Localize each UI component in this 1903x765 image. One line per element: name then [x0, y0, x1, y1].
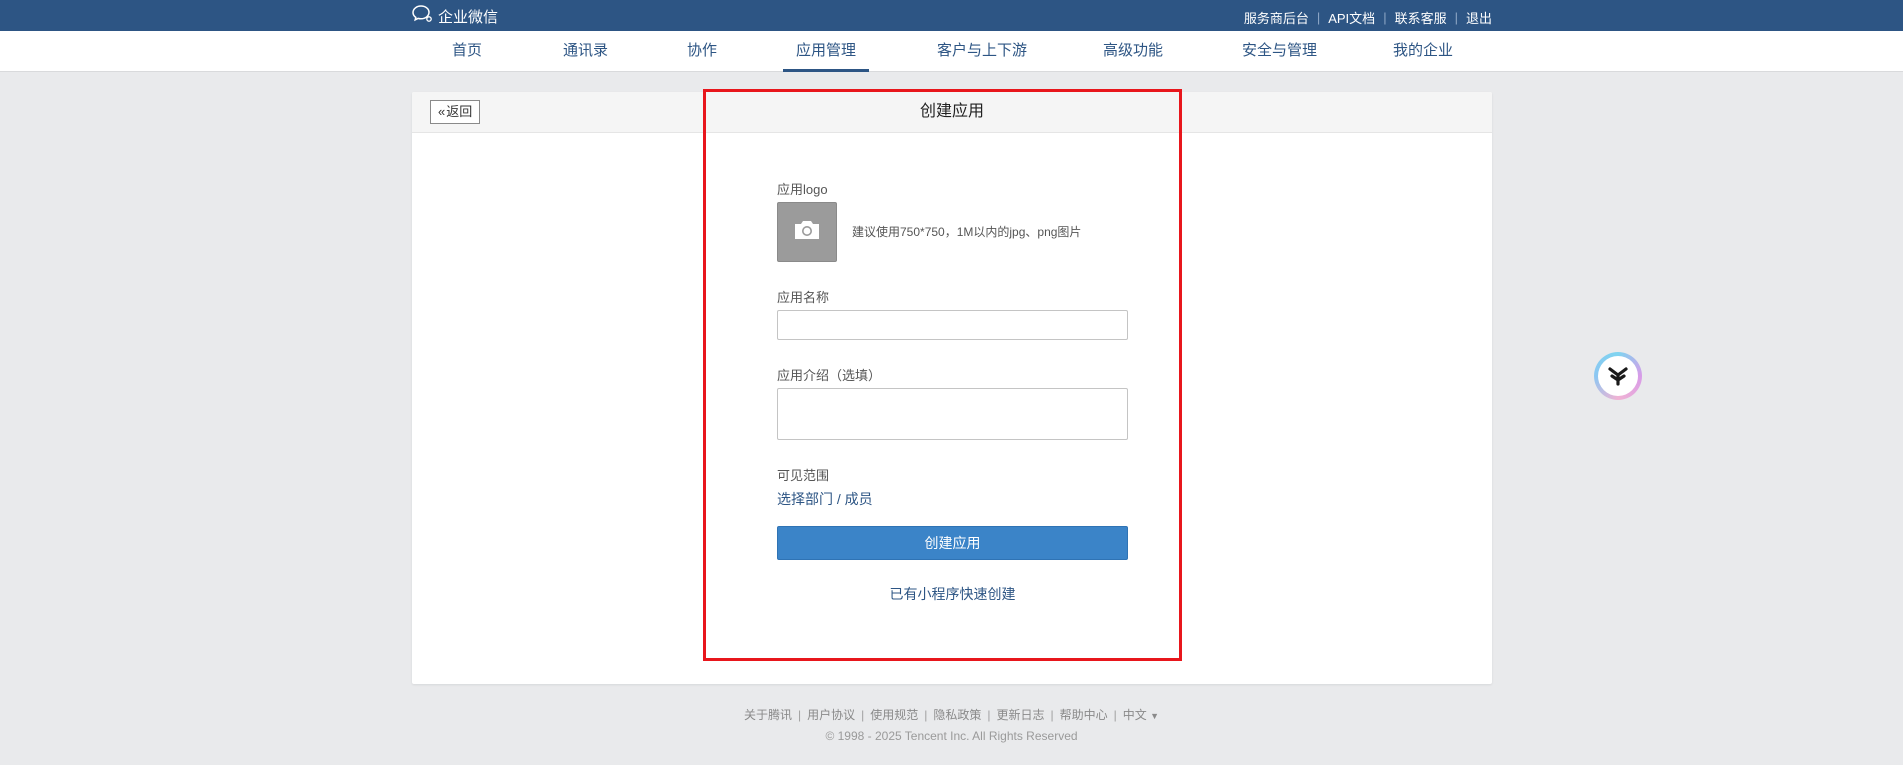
footer-link-changelog[interactable]: 更新日志 — [997, 708, 1045, 722]
footer-link-usage-rules[interactable]: 使用规范 — [870, 708, 918, 722]
footer-links: 关于腾讯 | 用户协议 | 使用规范 | 隐私政策 | 更新日志 | 帮助中心 | 中文 ▼ — [0, 706, 1903, 723]
logo-label: 应用logo — [777, 182, 828, 197]
panel-header: « 返回 创建应用 — [412, 92, 1492, 133]
intro-label: 应用介绍（选填） — [777, 368, 882, 383]
top-bar: 企业微信 服务商后台 | API文档 | 联系客服 | 退出 — [0, 0, 1903, 31]
divider: | — [1383, 10, 1387, 25]
divider: | — [1316, 10, 1321, 25]
divider: | — [987, 708, 991, 722]
tab-contacts[interactable]: 通讯录 — [563, 31, 608, 71]
footer-link-help[interactable]: 帮助中心 — [1060, 708, 1108, 722]
brand-logo[interactable]: 企业微信 — [412, 5, 498, 27]
create-app-panel: « 返回 创建应用 应用logo 建议使用750*750，1M以内的jpg、pn… — [412, 92, 1492, 684]
language-label: 中文 — [1122, 708, 1147, 722]
main-nav: 首页 通讯录 协作 应用管理 客户与上下游 高级功能 安全与管理 我的企业 — [0, 31, 1903, 72]
caret-down-icon: ▼ — [1150, 711, 1160, 721]
tab-advanced[interactable]: 高级功能 — [1103, 31, 1163, 71]
page-title: 创建应用 — [919, 103, 984, 120]
create-app-button[interactable]: 创建应用 — [777, 526, 1128, 560]
link-service-provider[interactable]: 服务商后台 — [1244, 8, 1309, 27]
brand-name: 企业微信 — [438, 8, 499, 26]
footer-link-about[interactable]: 关于腾讯 — [744, 708, 792, 722]
tab-app-management[interactable]: 应用管理 — [783, 31, 869, 72]
floating-assistant-button[interactable] — [1594, 352, 1642, 400]
chat-bubble-icon — [412, 4, 438, 28]
camera-icon — [792, 218, 822, 247]
logo-upload[interactable] — [777, 202, 837, 262]
divider: | — [924, 708, 928, 722]
name-label: 应用名称 — [777, 290, 830, 305]
divider: | — [1454, 10, 1458, 25]
footer-link-privacy[interactable]: 隐私政策 — [933, 708, 981, 722]
assistant-icon — [1598, 356, 1638, 396]
divider: | — [797, 708, 802, 722]
app-name-input[interactable] — [777, 310, 1128, 340]
footer-link-user-agreement[interactable]: 用户协议 — [807, 708, 855, 722]
tab-collaboration[interactable]: 协作 — [687, 31, 717, 71]
link-logout[interactable]: 退出 — [1466, 8, 1492, 27]
scope-label: 可见范围 — [777, 468, 830, 483]
tab-customers[interactable]: 客户与上下游 — [937, 31, 1027, 71]
link-api-docs[interactable]: API文档 — [1328, 8, 1375, 27]
logo-hint: 建议使用750*750，1M以内的jpg、png图片 — [852, 225, 1082, 239]
divider: | — [1113, 708, 1117, 722]
copyright: © 1998 - 2025 Tencent Inc. All Rights Re… — [825, 729, 1078, 743]
tab-my-company[interactable]: 我的企业 — [1393, 31, 1453, 71]
tab-home[interactable]: 首页 — [452, 31, 482, 71]
divider: | — [861, 708, 865, 722]
tab-security[interactable]: 安全与管理 — [1242, 31, 1317, 71]
divider: | — [1050, 708, 1054, 722]
footer: 关于腾讯 | 用户协议 | 使用规范 | 隐私政策 | 更新日志 | 帮助中心 | 中文 ▼ — [0, 706, 1903, 723]
link-contact-support[interactable]: 联系客服 — [1395, 8, 1447, 27]
language-selector[interactable]: 中文 ▼ — [1123, 708, 1159, 722]
top-links: 服务商后台 | API文档 | 联系客服 | 退出 — [1244, 8, 1492, 27]
app-intro-textarea[interactable] — [777, 388, 1128, 440]
select-departments-link[interactable]: 选择部门 / 成员 — [777, 489, 873, 509]
mini-program-create-link[interactable]: 已有小程序快速创建 — [777, 584, 1128, 604]
